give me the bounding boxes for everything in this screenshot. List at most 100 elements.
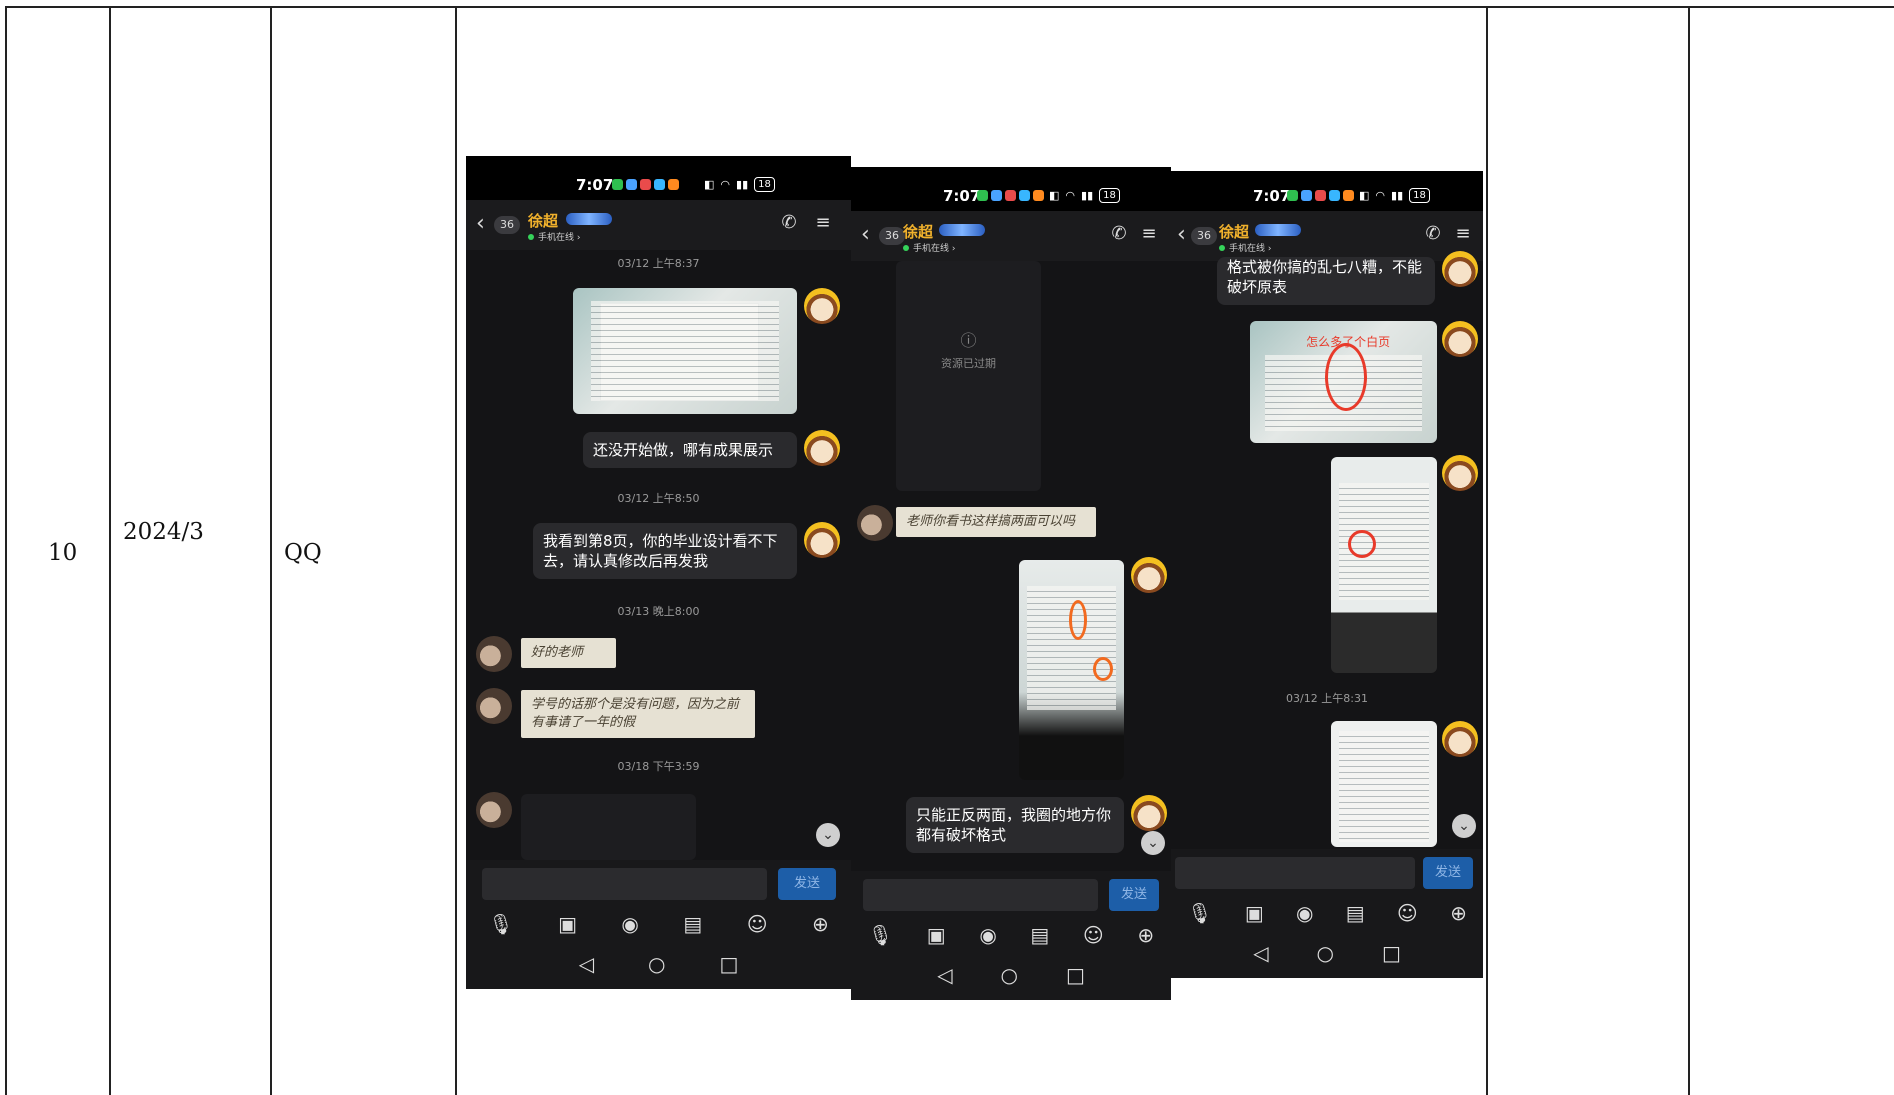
image-message[interactable] [1331, 457, 1437, 673]
plus-icon[interactable]: ⊕ [1450, 901, 1467, 925]
student-avatar[interactable] [476, 792, 512, 828]
image-icon[interactable]: ▣ [558, 912, 577, 936]
microphone-icon[interactable]: 🎙︎ [1187, 901, 1212, 925]
image-message[interactable] [1331, 721, 1437, 847]
status-bar: 7:07 ◧ ◠ ▮▮ 18 [851, 167, 1171, 211]
vip-badge-icon [566, 213, 612, 225]
back-icon[interactable]: ‹ [861, 224, 870, 246]
message-bubble: 格式被你搞的乱七八糟，不能破坏原表 [1217, 257, 1435, 305]
plus-icon[interactable]: ⊕ [1137, 923, 1154, 947]
back-icon[interactable]: ‹ [1177, 224, 1186, 246]
nav-back-icon[interactable]: ◁ [579, 952, 594, 976]
teacher-avatar[interactable] [804, 430, 840, 466]
back-icon[interactable]: ‹ [476, 213, 485, 235]
send-button[interactable]: 发送 [1423, 857, 1473, 889]
microphone-icon[interactable]: 🎙︎ [488, 912, 513, 936]
system-nav-bar: ◁ ○ □ [466, 952, 851, 976]
camera-icon[interactable]: ◉ [979, 923, 996, 947]
nav-home-icon[interactable]: ○ [1317, 941, 1334, 965]
teacher-avatar[interactable] [1442, 721, 1478, 757]
nav-recents-icon[interactable]: □ [1382, 941, 1401, 965]
menu-icon[interactable]: ≡ [1139, 224, 1159, 244]
contact-name[interactable]: 徐超 [528, 210, 558, 231]
nfc-icon: ◧ [1359, 189, 1370, 202]
nfc-icon: ◧ [704, 178, 715, 191]
chat-screenshot-1: 7:07 ◧ ◠ ▮▮ 18 ‹ 36 徐超 手机在线 › ✆ ≡ 03/12 … [466, 156, 851, 989]
nav-home-icon[interactable]: ○ [1001, 963, 1018, 987]
teacher-avatar[interactable] [1131, 557, 1167, 593]
expired-icon: ⓘ [960, 331, 977, 350]
online-status: 手机在线 › [528, 230, 580, 243]
expired-label: 资源已过期 [941, 357, 996, 370]
contact-name[interactable]: 徐超 [903, 221, 933, 242]
chat-header: ‹ 36 徐超 手机在线 › ✆ ≡ [1171, 211, 1483, 261]
emoji-icon[interactable]: ☺ [1083, 923, 1104, 947]
scroll-down-icon[interactable]: ⌄ [1452, 814, 1476, 838]
notification-icons [977, 190, 1044, 201]
red-packet-icon[interactable]: ▤ [1030, 923, 1049, 947]
teacher-avatar[interactable] [1442, 251, 1478, 287]
message-input[interactable] [482, 868, 767, 900]
teacher-avatar[interactable] [1442, 321, 1478, 357]
signal-icon: ▮▮ [1391, 189, 1404, 202]
image-icon[interactable]: ▣ [1245, 901, 1264, 925]
status-bar: 7:07 ◧ ◠ ▮▮ 18 [466, 156, 851, 200]
image-message[interactable] [573, 288, 797, 414]
nav-back-icon[interactable]: ◁ [1253, 941, 1268, 965]
system-status-icons: ◧ ◠ ▮▮ 18 [1049, 188, 1120, 203]
message-input[interactable] [863, 879, 1098, 911]
emoji-icon[interactable]: ☺ [747, 912, 768, 936]
camera-icon[interactable]: ◉ [1296, 901, 1313, 925]
menu-icon[interactable]: ≡ [1453, 224, 1473, 244]
vip-badge-icon [939, 224, 985, 236]
phone-call-icon[interactable]: ✆ [779, 213, 799, 233]
row-platform: QQ [284, 540, 322, 566]
signal-icon: ▮▮ [1081, 189, 1094, 202]
nav-recents-icon[interactable]: □ [719, 952, 738, 976]
nav-back-icon[interactable]: ◁ [937, 963, 952, 987]
scroll-down-icon[interactable]: ⌄ [1141, 831, 1165, 855]
teacher-avatar[interactable] [1131, 795, 1167, 831]
nav-recents-icon[interactable]: □ [1066, 963, 1085, 987]
timestamp: 03/18 下午3:59 [617, 760, 700, 773]
image-icon[interactable]: ▣ [927, 923, 946, 947]
emoji-icon[interactable]: ☺ [1397, 901, 1418, 925]
status-bar: 7:07 ◧ ◠ ▮▮ 18 [1171, 171, 1483, 215]
phone-call-icon[interactable]: ✆ [1109, 224, 1129, 244]
teacher-avatar[interactable] [1442, 455, 1478, 491]
status-time: 7:07 [943, 187, 981, 205]
image-message[interactable] [1019, 560, 1124, 780]
microphone-icon[interactable]: 🎙︎ [868, 923, 893, 947]
unread-count: 36 [494, 216, 520, 234]
image-message[interactable]: 怎么多了个白页 [1250, 321, 1437, 443]
student-avatar[interactable] [476, 688, 512, 724]
contact-name[interactable]: 徐超 [1219, 221, 1249, 242]
battery-icon: 18 [754, 177, 775, 192]
system-status-icons: ◧ ◠ ▮▮ 18 [1359, 188, 1430, 203]
phone-call-icon[interactable]: ✆ [1423, 224, 1443, 244]
message-input[interactable] [1175, 857, 1415, 889]
nav-home-icon[interactable]: ○ [648, 952, 665, 976]
system-nav-bar: ◁ ○ □ [1171, 941, 1483, 965]
message-bubble: 我看到第8页，你的毕业设计看不下去，请认真修改后再发我 [533, 523, 797, 579]
wifi-icon: ◠ [1375, 189, 1386, 202]
student-avatar[interactable] [476, 636, 512, 672]
send-button[interactable]: 发送 [1109, 879, 1159, 911]
camera-icon[interactable]: ◉ [621, 912, 638, 936]
send-button[interactable]: 发送 [778, 868, 836, 900]
red-packet-icon[interactable]: ▤ [683, 912, 702, 936]
teacher-avatar[interactable] [804, 288, 840, 324]
status-time: 7:07 [576, 176, 614, 194]
input-area: 发送 🎙︎ ▣ ◉ ▤ ☺ ⊕ ◁ ○ □ [1171, 849, 1483, 978]
red-packet-icon[interactable]: ▤ [1346, 901, 1365, 925]
message-bubble: 只能正反两面，我圈的地方你都有破坏格式 [906, 797, 1124, 853]
plus-icon[interactable]: ⊕ [812, 912, 829, 936]
message-bubble: 好的老师 [521, 638, 616, 668]
scroll-down-icon[interactable]: ⌄ [816, 823, 840, 847]
menu-icon[interactable]: ≡ [813, 213, 833, 233]
teacher-avatar[interactable] [804, 522, 840, 558]
table-col-border [109, 6, 111, 1095]
row-index: 10 [48, 540, 78, 566]
system-nav-bar: ◁ ○ □ [851, 963, 1171, 987]
student-avatar[interactable] [857, 505, 893, 541]
